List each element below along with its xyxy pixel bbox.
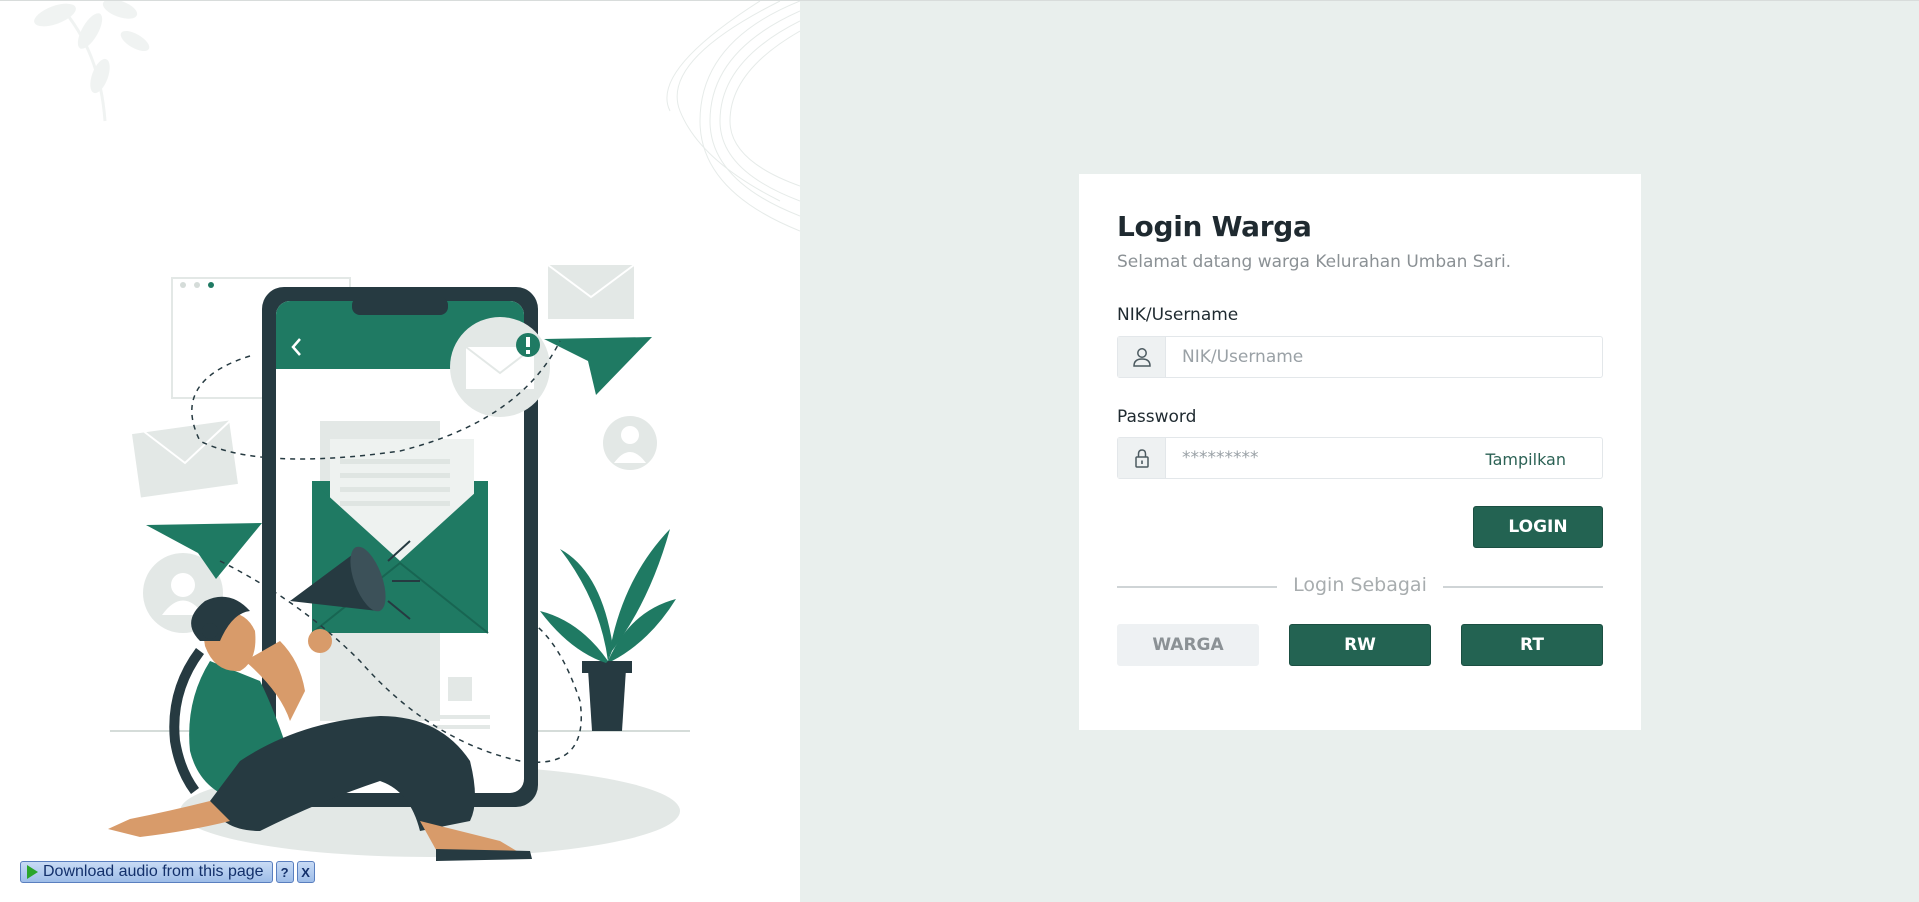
help-button[interactable]: ? [275,861,294,883]
download-audio-label: Download audio from this page [43,863,264,880]
page-subtitle: Selamat datang warga Kelurahan Umban Sar… [1117,252,1512,272]
login-card: Login Warga Selamat datang warga Kelurah… [1079,174,1641,730]
login-as-label: Login Sebagai [1281,574,1439,596]
lock-icon [1118,438,1166,478]
play-icon [27,865,38,879]
user-icon [1118,337,1166,377]
role-button-warga[interactable]: WARGA [1117,624,1259,666]
login-as-divider: Login Sebagai [1117,572,1603,602]
role-button-rw[interactable]: RW [1289,624,1431,666]
username-label: NIK/Username [1117,305,1239,325]
role-button-rt[interactable]: RT [1461,624,1603,666]
password-label: Password [1117,407,1197,427]
close-button[interactable]: X [296,861,315,883]
illustration-panel [0,0,800,902]
username-input[interactable] [1166,337,1602,377]
wave-decoration [666,1,800,232]
leaf-decoration [34,1,150,122]
audio-toolbar: Download audio from this page ? X [20,860,315,884]
download-audio-button[interactable]: Download audio from this page [20,861,273,883]
show-password-toggle[interactable]: Tampilkan [1486,450,1567,469]
page-title: Login Warga [1117,210,1312,243]
login-illustration [34,1,800,861]
login-button[interactable]: LOGIN [1473,506,1603,548]
password-group: Tampilkan [1117,437,1603,479]
username-group [1117,336,1603,378]
